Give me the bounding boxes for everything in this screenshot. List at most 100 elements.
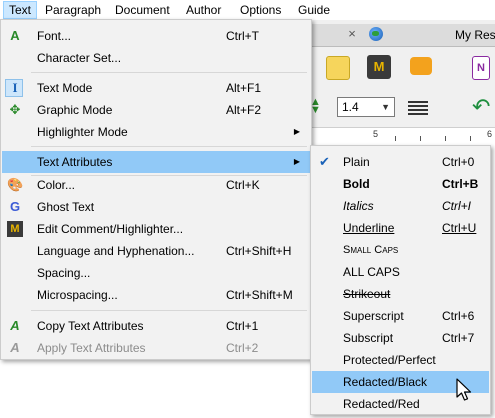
text-mode-icon: I bbox=[12, 80, 18, 95]
ruler-tick bbox=[395, 136, 396, 141]
submenu-arrow-icon: ▶ bbox=[293, 127, 300, 136]
menu-item-label: Character Set... bbox=[37, 51, 122, 65]
menu-item-label: Protected/Perfect bbox=[343, 353, 436, 367]
menu-item-italics[interactable]: Italics Ctrl+I bbox=[312, 195, 489, 217]
menu-item-shortcut: Ctrl+Shift+H bbox=[226, 244, 292, 258]
copy-attributes-icon: A bbox=[10, 318, 20, 333]
menu-item-label: Underline bbox=[343, 221, 395, 235]
ruler-mark: 6 bbox=[487, 129, 493, 139]
apply-attributes-icon: A bbox=[10, 340, 20, 355]
menu-item-small-caps[interactable]: Small Caps bbox=[312, 239, 489, 261]
font-icon: A bbox=[10, 28, 20, 43]
chevron-down-icon: ▼ bbox=[381, 102, 390, 112]
mouse-cursor-icon bbox=[456, 378, 472, 401]
comment-icon[interactable] bbox=[410, 57, 432, 75]
menu-item-font[interactable]: A Font... Ctrl+T bbox=[2, 25, 310, 47]
comment-highlighter-icon: M bbox=[7, 221, 23, 237]
close-tab-icon[interactable]: × bbox=[345, 27, 359, 41]
text-attributes-submenu: ✔ Plain Ctrl+0 Bold Ctrl+B Italics Ctrl+… bbox=[310, 145, 491, 415]
menu-item-label: Spacing... bbox=[37, 266, 91, 280]
menu-item-label: Copy Text Attributes bbox=[37, 319, 144, 333]
ghost-text-icon: G bbox=[9, 199, 21, 214]
menu-item-label: Subscript bbox=[343, 331, 394, 345]
ruler-tick bbox=[445, 136, 446, 141]
menu-item-color[interactable]: 🎨 Color... Ctrl+K bbox=[2, 174, 310, 196]
menu-item-protected-perfect[interactable]: Protected/Perfect bbox=[312, 349, 489, 371]
menu-item-shortcut: Ctrl+7 bbox=[442, 331, 475, 345]
menu-item-edit-comment[interactable]: M Edit Comment/Highlighter... bbox=[2, 218, 310, 240]
menu-item-copy-text-attributes[interactable]: A Copy Text Attributes Ctrl+1 bbox=[2, 315, 310, 337]
document-tab-title[interactable]: My Res bbox=[455, 28, 495, 42]
menu-item-label: Italics bbox=[343, 199, 374, 213]
ruler bbox=[300, 127, 495, 147]
menu-item-label: Bold bbox=[343, 177, 370, 191]
menu-item-label: ALL CAPS bbox=[343, 265, 400, 279]
menu-item-shortcut: Ctrl+U bbox=[442, 221, 477, 235]
menu-item-label: Text Attributes bbox=[37, 155, 113, 169]
menu-item-spacing[interactable]: Spacing... bbox=[2, 262, 310, 284]
menu-item-microspacing[interactable]: Microspacing... Ctrl+Shift+M bbox=[2, 284, 310, 306]
menu-item-shortcut: Alt+F1 bbox=[226, 81, 262, 95]
menu-separator bbox=[31, 72, 307, 73]
sticky-note-icon[interactable] bbox=[326, 56, 350, 80]
menu-options[interactable]: Options bbox=[235, 1, 286, 19]
menu-author[interactable]: Author bbox=[181, 1, 226, 19]
marker-icon[interactable]: M bbox=[367, 55, 391, 79]
menu-item-shortcut: Ctrl+K bbox=[226, 178, 260, 192]
menu-item-label: Redacted/Black bbox=[343, 375, 428, 389]
menu-item-plain[interactable]: ✔ Plain Ctrl+0 bbox=[312, 151, 489, 173]
menu-item-label: Redacted/Red bbox=[343, 397, 420, 411]
menu-item-apply-text-attributes[interactable]: A Apply Text Attributes Ctrl+2 bbox=[2, 337, 310, 359]
menu-item-shortcut: Ctrl+0 bbox=[442, 155, 475, 169]
menu-guide[interactable]: Guide bbox=[293, 1, 335, 19]
ruler-tick bbox=[470, 136, 471, 141]
menu-item-superscript[interactable]: Superscript Ctrl+6 bbox=[312, 305, 489, 327]
menu-item-label: Font... bbox=[37, 29, 72, 43]
menu-document[interactable]: Document bbox=[110, 1, 175, 19]
menu-item-strikeout[interactable]: Strikeout bbox=[312, 283, 489, 305]
menu-text[interactable]: Text bbox=[3, 1, 37, 19]
menu-item-shortcut: Ctrl+I bbox=[442, 199, 472, 213]
menu-item-label: Small Caps bbox=[343, 244, 399, 256]
menu-item-shortcut: Ctrl+T bbox=[226, 29, 259, 43]
globe-icon bbox=[369, 27, 383, 41]
menu-item-character-set[interactable]: Character Set... bbox=[2, 47, 310, 69]
menu-item-label: Apply Text Attributes bbox=[37, 341, 146, 355]
ruler-tick bbox=[420, 136, 421, 141]
menu-item-highlighter-mode[interactable]: Highlighter Mode ▶ bbox=[2, 121, 310, 143]
submenu-arrow-icon: ▶ bbox=[293, 157, 300, 166]
menu-item-text-attributes[interactable]: Text Attributes ▶ bbox=[2, 151, 310, 173]
menu-item-ghost-text[interactable]: G Ghost Text bbox=[2, 196, 310, 218]
undo-icon[interactable]: ↶ bbox=[472, 96, 494, 118]
menu-item-bold[interactable]: Bold Ctrl+B bbox=[312, 173, 489, 195]
menu-item-label: Language and Hyphenation... bbox=[37, 244, 195, 258]
menu-item-shortcut: Ctrl+B bbox=[442, 177, 479, 191]
menu-separator bbox=[31, 146, 307, 147]
text-menu: A Font... Ctrl+T Character Set... I Text… bbox=[0, 19, 312, 360]
menu-item-label: Edit Comment/Highlighter... bbox=[37, 222, 184, 236]
color-palette-icon: 🎨 bbox=[7, 177, 24, 192]
menu-item-label: Plain bbox=[343, 155, 370, 169]
menu-item-language-hyphenation[interactable]: Language and Hyphenation... Ctrl+Shift+H bbox=[2, 240, 310, 262]
menu-item-shortcut: Ctrl+6 bbox=[442, 309, 475, 323]
ruler-mark: 5 bbox=[373, 129, 379, 139]
menu-separator bbox=[31, 310, 307, 311]
menu-item-graphic-mode[interactable]: ✥ Graphic Mode Alt+F2 bbox=[2, 99, 310, 121]
menu-item-shortcut: Ctrl+2 bbox=[226, 341, 259, 355]
menu-item-all-caps[interactable]: ALL CAPS bbox=[312, 261, 489, 283]
menu-item-shortcut: Ctrl+Shift+M bbox=[226, 288, 293, 302]
line-spacing-select[interactable]: 1.4 ▼ bbox=[337, 97, 395, 117]
menu-item-label: Highlighter Mode bbox=[37, 125, 128, 139]
checkmark-icon: ✔ bbox=[319, 154, 330, 169]
menu-item-underline[interactable]: Underline Ctrl+U bbox=[312, 217, 489, 239]
menu-item-text-mode[interactable]: I Text Mode Alt+F1 bbox=[2, 77, 310, 99]
menu-item-label: Superscript bbox=[343, 309, 404, 323]
menu-item-label: Text Mode bbox=[37, 81, 93, 95]
line-spacing-icon[interactable] bbox=[408, 99, 428, 115]
menu-paragraph[interactable]: Paragraph bbox=[40, 1, 106, 19]
menu-item-label: Ghost Text bbox=[37, 200, 95, 214]
menu-item-shortcut: Alt+F2 bbox=[226, 103, 262, 117]
graphic-mode-icon: ✥ bbox=[9, 102, 21, 117]
notes-icon[interactable]: N bbox=[472, 56, 490, 80]
menu-item-subscript[interactable]: Subscript Ctrl+7 bbox=[312, 327, 489, 349]
